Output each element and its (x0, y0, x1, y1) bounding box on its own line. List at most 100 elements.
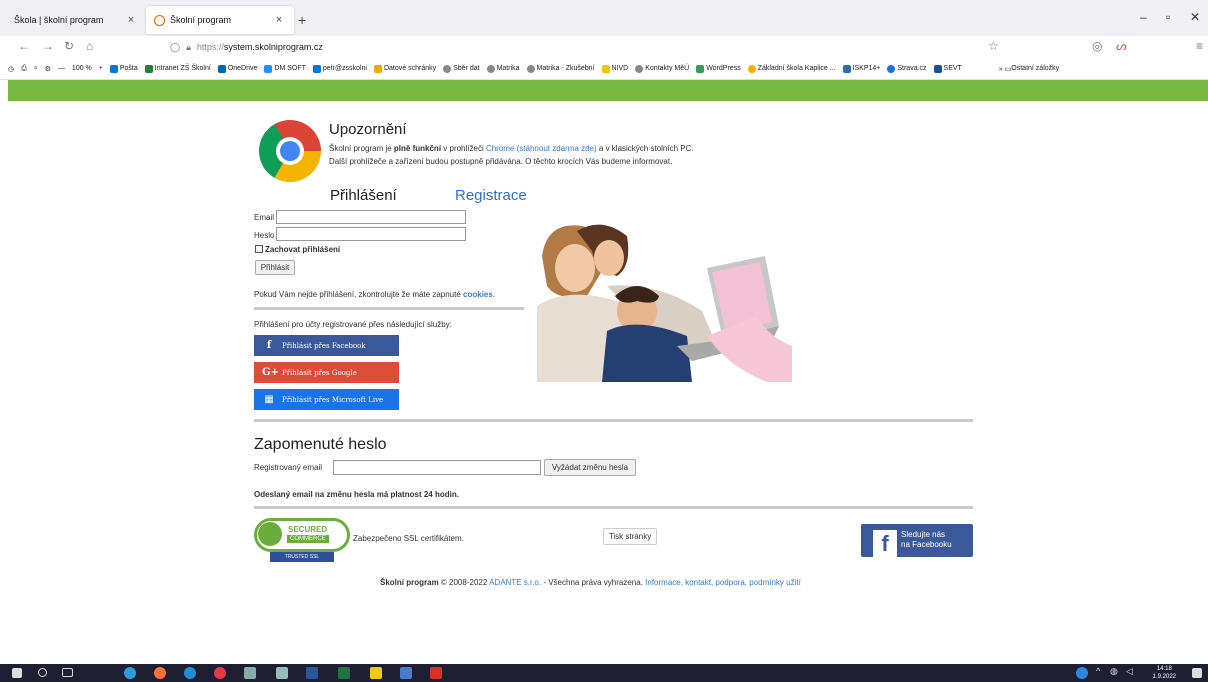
zoom-level: 100 % (71, 65, 92, 72)
remember-label: Zachovat přihlášení (265, 245, 341, 254)
footer: Školní program © 2008-2022 ADANTE s.r.o.… (380, 578, 801, 587)
registered-email-input[interactable] (333, 460, 541, 475)
back-icon[interactable]: ← (18, 39, 30, 53)
maximize-icon[interactable]: ▫ (1166, 10, 1170, 24)
notice-title: Upozornění (329, 121, 407, 138)
nav-bar: ← → ↻ ⌂ ◯ 🔒︎ https:// system.skolniprogr… (0, 36, 1208, 58)
bookmark-item[interactable]: ISKP14+ (842, 64, 880, 73)
windows-icon: ▦ (264, 394, 274, 405)
bookmark-item[interactable]: OneDrive (217, 64, 257, 73)
facebook-login-button[interactable]: f Přihlásit přes Facebook (254, 335, 399, 356)
zoom-out-icon[interactable]: — (58, 65, 65, 72)
word-icon[interactable] (306, 667, 318, 679)
site-header-bar (8, 80, 1208, 101)
calculator-icon[interactable] (276, 667, 288, 679)
url-host: system.skolniprogram.cz (223, 42, 323, 52)
bookmark-item[interactable]: Strava.cz (887, 64, 927, 73)
tab-skola[interactable]: Škola | školní program × (6, 6, 146, 34)
menu-icon[interactable]: ≡ (1196, 39, 1203, 53)
bookmark-item[interactable]: Pošta (109, 64, 138, 73)
services-text: Přihlášení pro účty registrované přes ná… (254, 320, 452, 329)
network-icon[interactable]: ◍ (1110, 666, 1122, 678)
cookies-note: Pokud Vám nejde přihlášení, zkontrolujte… (254, 290, 496, 299)
tab-register[interactable]: Registrace (455, 187, 527, 204)
microsoft-login-button[interactable]: ▦ Přihlásit přes Microsoft Live (254, 389, 399, 410)
reload-icon[interactable]: ↻ (64, 39, 74, 53)
bookmark-star-icon[interactable]: ☆ (988, 39, 999, 53)
request-password-change-button[interactable]: Vyžádat změnu hesla (544, 459, 636, 476)
paint-icon[interactable] (244, 667, 256, 679)
shield-icon: ◯ (170, 41, 181, 52)
facebook-follow-button[interactable]: f Sledujte nás na Facebooku (861, 524, 973, 557)
email-input[interactable] (276, 210, 466, 224)
bookmark-item[interactable]: Intranet ZŠ Školní (144, 64, 211, 73)
bookmark-item[interactable]: Datové schránky (373, 64, 436, 73)
bookmark-item[interactable]: » ▭ Ostatní záložky (999, 65, 1059, 73)
registered-email-label: Registrovaný email (254, 463, 323, 472)
volume-icon[interactable]: ◁ (1126, 666, 1138, 678)
notice-text: Školní program je plně funkční v prohlíž… (329, 144, 694, 153)
task-view-icon[interactable] (62, 668, 73, 677)
ie-icon[interactable] (184, 667, 196, 679)
pocket-icon[interactable]: ◎ (1092, 39, 1102, 53)
ssl-text: Zabezpečeno SSL certifikátem. (353, 534, 464, 543)
clock[interactable]: 14:18 1.9.2022 (1153, 665, 1176, 681)
windows-start-icon[interactable] (12, 668, 22, 678)
bookmark-item[interactable]: petr@zsskolni (312, 64, 367, 73)
divider (254, 419, 973, 422)
zoom-in-icon[interactable]: + (99, 65, 103, 72)
extension-icon[interactable]: ᔕ (1116, 39, 1127, 53)
minimize-icon[interactable]: – (1140, 10, 1147, 24)
edge-icon[interactable] (124, 667, 136, 679)
close-icon[interactable]: × (124, 14, 138, 26)
opera-icon[interactable] (214, 667, 226, 679)
login-button[interactable]: Přihlásit (255, 260, 295, 275)
bookmark-item[interactable]: Matrika (486, 64, 520, 73)
tray-chevron-icon[interactable]: ^ (1096, 666, 1108, 678)
tab-strip: Škola | školní program × Školní program … (0, 0, 1208, 36)
window-close-icon[interactable]: ✕ (1190, 10, 1200, 24)
google-login-button[interactable]: G+ Přihlásit přes Google (254, 362, 399, 383)
chrome-download-link[interactable]: Chrome (stáhnout zdarma zde) (486, 144, 597, 153)
notifications-icon[interactable] (1192, 668, 1202, 678)
search-icon[interactable] (38, 668, 47, 677)
cookies-link[interactable]: cookies (463, 290, 493, 299)
acrobat-icon[interactable] (430, 667, 442, 679)
password-label: Heslo (254, 231, 275, 240)
bookmark-item[interactable]: Sběr dat (443, 64, 480, 73)
remember-checkbox[interactable] (255, 245, 263, 253)
settings-icon[interactable]: ⚙ (45, 65, 51, 73)
home-icon[interactable]: ⌂ (86, 39, 93, 53)
history-icon[interactable]: ◷ (8, 65, 14, 73)
tab-skolni-program[interactable]: Školní program × (146, 6, 294, 34)
bookmark-item[interactable]: Matrika - Zkušební (526, 64, 595, 73)
company-link[interactable]: ADANTE s.r.o. (489, 578, 541, 587)
chrome-logo-icon (259, 120, 321, 182)
bookmark-item[interactable]: SEVT (933, 64, 962, 73)
bookmark-item[interactable]: Kontakty MěÚ (635, 64, 689, 73)
lock-icon: 🔒︎ (186, 41, 191, 52)
bookmark-item[interactable]: NIVD (601, 64, 628, 73)
excel-icon[interactable] (338, 667, 350, 679)
divider (254, 506, 973, 509)
firefox-icon[interactable] (154, 667, 166, 679)
bookmark-item[interactable]: Základní škola Kaplice ... (747, 64, 836, 73)
forgot-password-title: Zapomenuté heslo (254, 436, 387, 453)
bookmark-item[interactable]: DM SOFT (264, 64, 306, 73)
print-page-button[interactable]: Tisk stránky (603, 528, 657, 545)
tab-title: Školní program (170, 15, 232, 25)
tab-login[interactable]: Přihlášení (330, 187, 397, 204)
url-bar[interactable]: ◯ 🔒︎ https:// system.skolniprogram.cz (170, 38, 1000, 56)
weather-icon[interactable] (1076, 667, 1088, 679)
print-icon[interactable]: ⎙ (21, 65, 27, 73)
info-link[interactable]: Informace, kontakt, podpora, podmínky už… (645, 578, 801, 587)
bookmark-item[interactable]: WordPress (696, 64, 741, 73)
app-icon[interactable] (400, 667, 412, 679)
search-icon[interactable]: ⌕ (34, 65, 38, 73)
forward-icon[interactable]: → (42, 39, 54, 53)
password-input[interactable] (276, 227, 466, 241)
new-tab-button[interactable]: + (298, 12, 306, 28)
explorer-icon[interactable] (370, 667, 382, 679)
close-icon[interactable]: × (272, 14, 286, 26)
tab-title: Škola | školní program (14, 15, 104, 25)
